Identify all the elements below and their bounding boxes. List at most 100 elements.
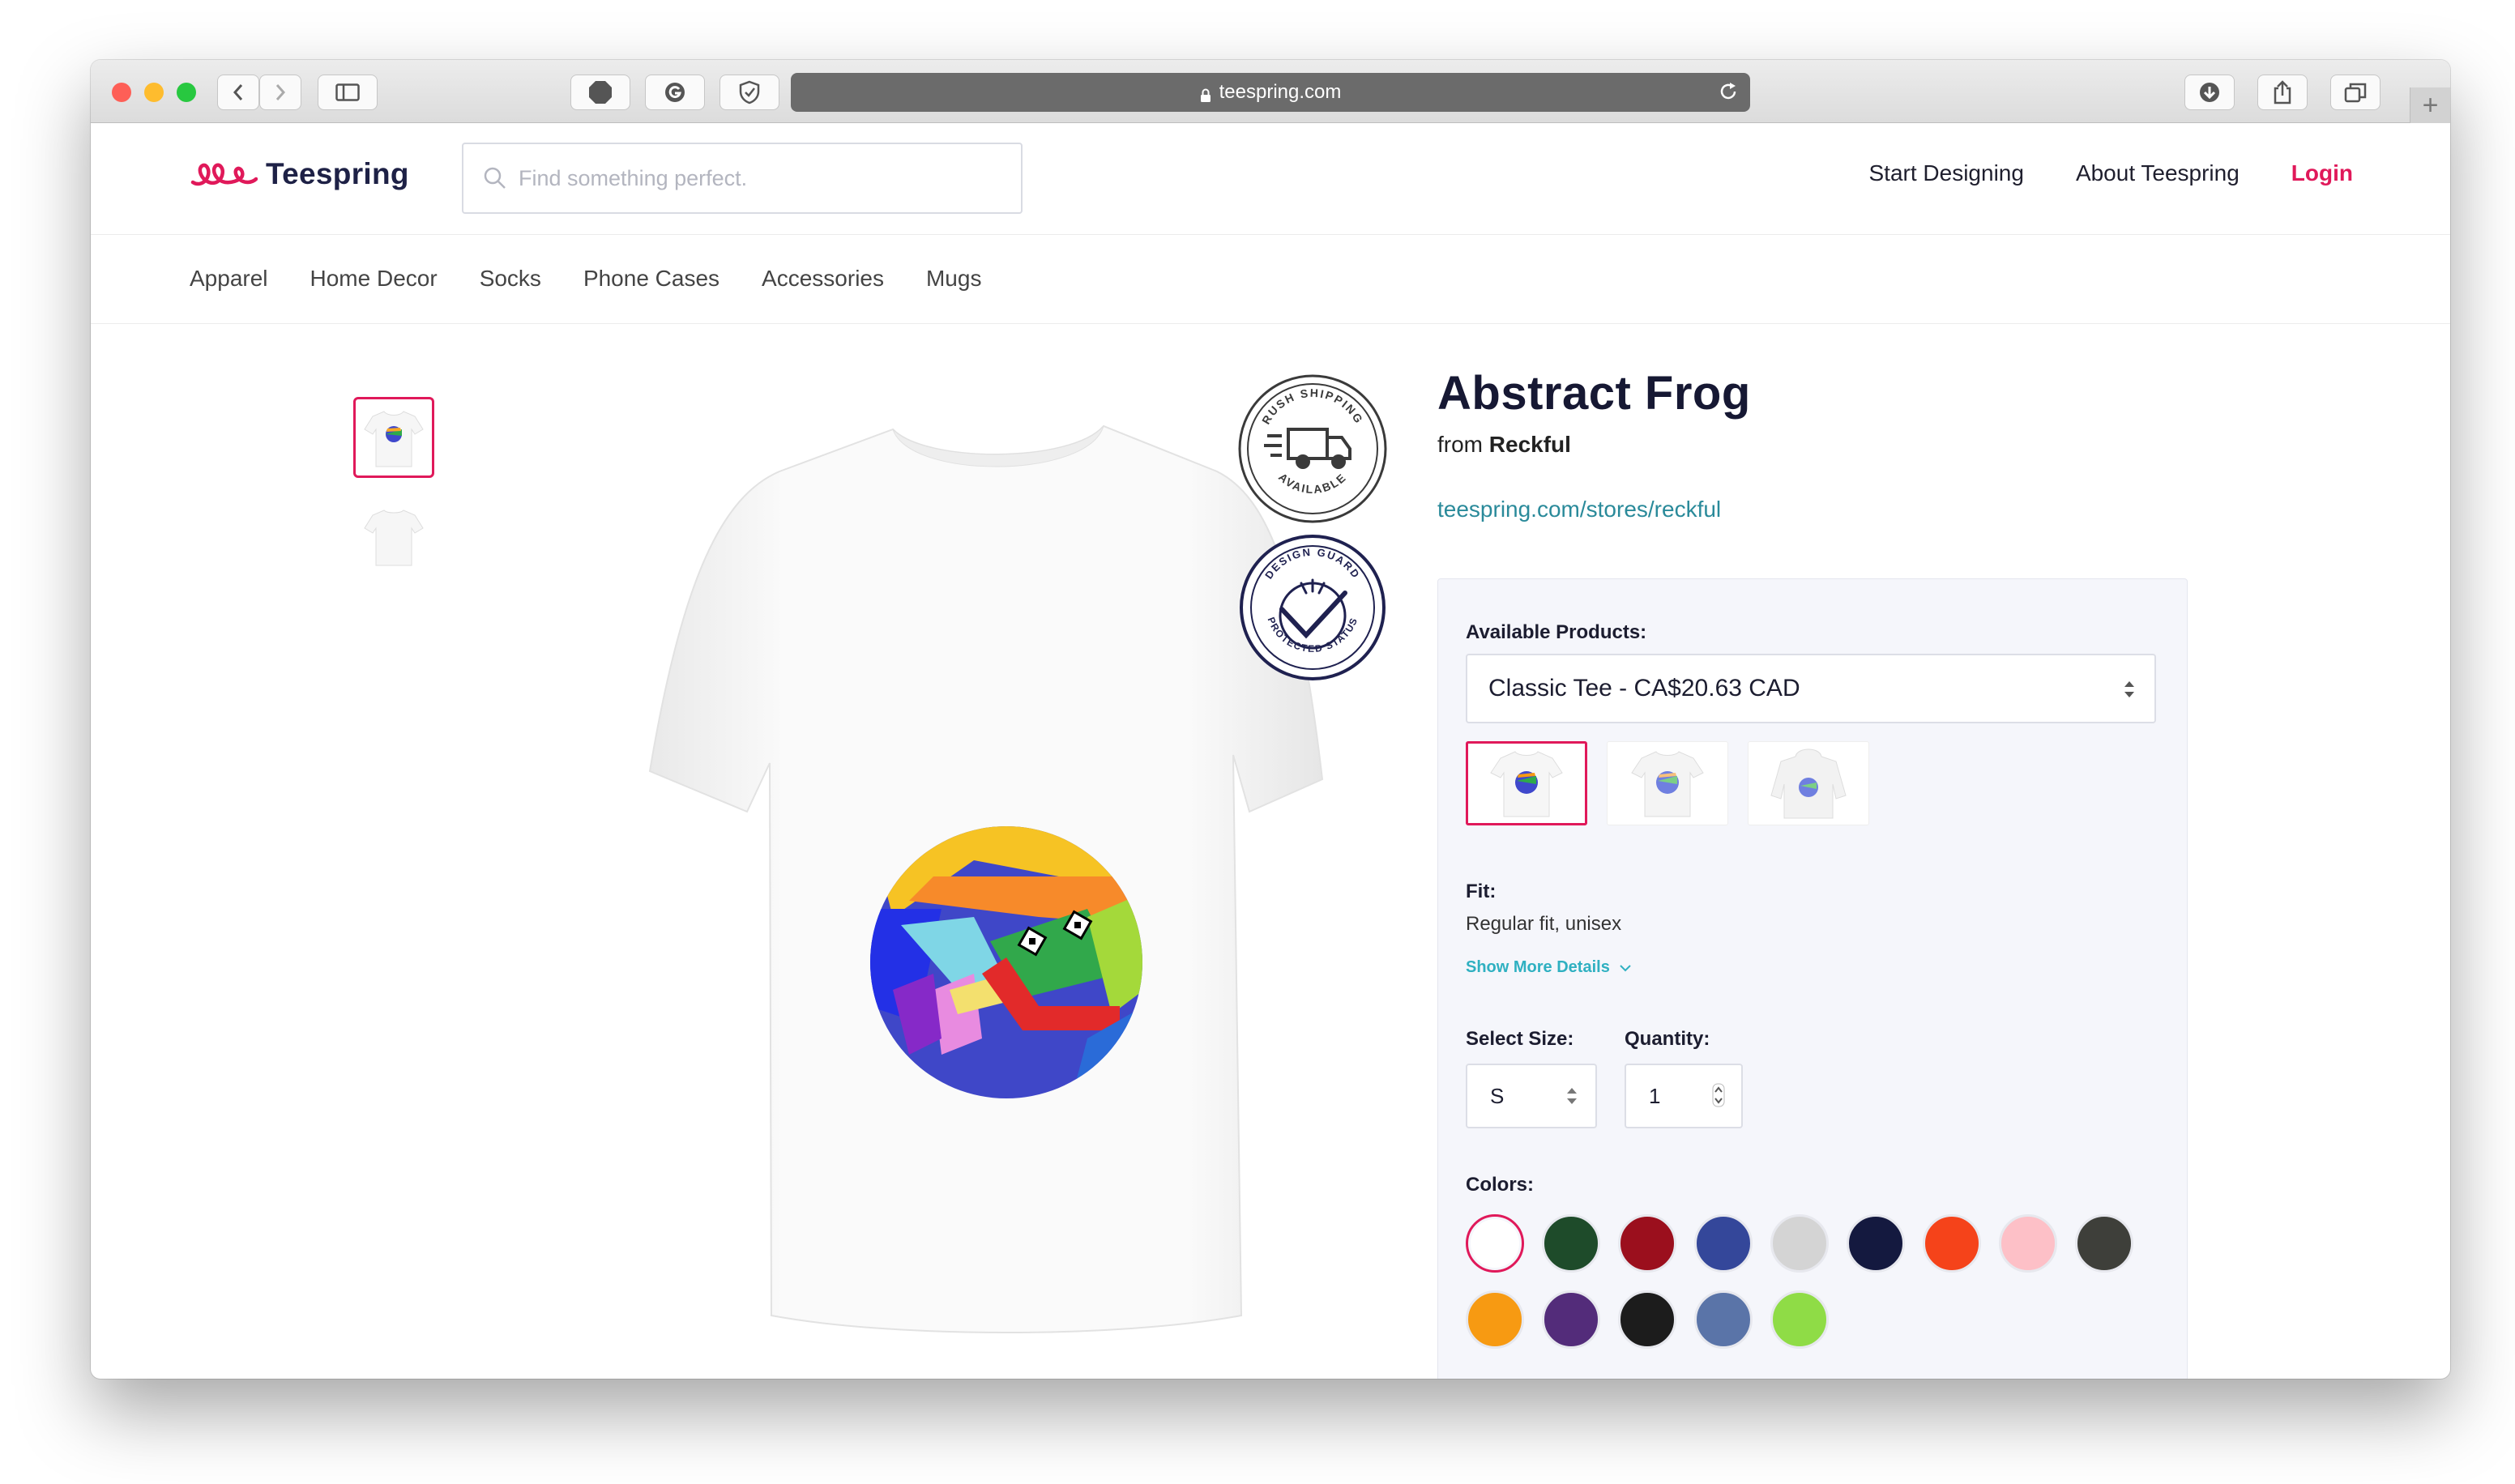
product-title: Abstract Frog (1437, 367, 1751, 420)
seller-name[interactable]: Reckful (1489, 432, 1571, 457)
new-tab-button[interactable]: + (2410, 87, 2450, 123)
quantity-stepper[interactable]: 1 (1625, 1064, 1743, 1128)
color-swatch[interactable] (1542, 1290, 1600, 1349)
product-style-hoodie[interactable] (1748, 741, 1869, 825)
back-button[interactable] (217, 75, 259, 110)
product-style-thumbnails (1466, 741, 1869, 825)
chevron-down-icon (1620, 965, 1632, 972)
minimize-window-button[interactable] (144, 83, 164, 102)
grammarly-extension-button[interactable] (645, 75, 705, 110)
search-input[interactable] (519, 165, 972, 191)
zoom-window-button[interactable] (177, 83, 196, 102)
color-swatch[interactable] (1618, 1290, 1676, 1349)
teespring-logo-icon (190, 163, 258, 186)
search-box[interactable] (462, 143, 1023, 214)
color-swatch[interactable] (1618, 1214, 1676, 1273)
category-nav: Apparel Home Decor Socks Phone Cases Acc… (91, 235, 2450, 324)
browser-window: teespring.com + Teespring Star (91, 60, 2450, 1379)
tshirt-mockup-image (648, 424, 1324, 1333)
color-swatch[interactable] (1542, 1214, 1600, 1273)
color-swatch[interactable] (2075, 1214, 2133, 1273)
category-mugs[interactable]: Mugs (926, 266, 981, 292)
show-more-details-link[interactable]: Show More Details (1466, 958, 1632, 977)
sidebar-icon (335, 83, 360, 101)
size-label: Select Size: (1466, 1028, 1574, 1050)
browser-toolbar: teespring.com + (91, 60, 2450, 123)
product-options-panel: Available Products: Classic Tee - CA$20.… (1437, 578, 2188, 1379)
available-products-label: Available Products: (1466, 621, 1647, 643)
start-designing-link[interactable]: Start Designing (1869, 160, 2024, 186)
selected-product-text: Classic Tee - CA$20.63 CAD (1488, 675, 1800, 701)
select-arrows-icon (2124, 681, 2134, 697)
category-socks[interactable]: Socks (480, 266, 541, 292)
privacy-extension-button[interactable] (719, 75, 779, 110)
product-style-classic-tee[interactable] (1466, 741, 1587, 825)
category-accessories[interactable]: Accessories (762, 266, 884, 292)
classic-tee-image (1490, 751, 1563, 817)
share-button[interactable] (2257, 75, 2308, 110)
lock-icon (1200, 86, 1211, 102)
category-home-decor[interactable]: Home Decor (310, 266, 438, 292)
site-header: Teespring Start Designing About Teesprin… (91, 123, 2450, 235)
fit-value: Regular fit, unisex (1466, 913, 1622, 935)
forward-button[interactable] (259, 75, 301, 110)
product-image-thumbnails (353, 397, 434, 595)
chevron-left-icon (233, 84, 243, 100)
design-guard-badge: DESIGN GUARD PROTECTED STATUS (1240, 535, 1386, 680)
product-info: Abstract Frog from Reckful teespring.com… (1437, 366, 1751, 522)
rush-shipping-badge: RUSH SHIPPING AVAILABLE (1238, 374, 1387, 523)
logo-text: Teespring (266, 157, 409, 190)
tshirt-front-thumbnail-image (364, 411, 424, 467)
color-swatches (1466, 1214, 2133, 1349)
product-type-select[interactable]: Classic Tee - CA$20.63 CAD (1466, 654, 2156, 723)
close-window-button[interactable] (112, 83, 131, 102)
color-swatch[interactable] (1694, 1214, 1753, 1273)
hoodie-image (1770, 748, 1847, 819)
search-icon (484, 167, 506, 189)
trust-badges: RUSH SHIPPING AVAILABLE DESIGN GUARD PRO… (1232, 368, 1394, 696)
login-link[interactable]: Login (2291, 160, 2353, 186)
color-swatch[interactable] (1466, 1214, 1524, 1273)
sidebar-toggle-button[interactable] (318, 75, 378, 110)
tabs-icon (2344, 83, 2367, 103)
fit-label: Fit: (1466, 881, 1497, 902)
color-swatch[interactable] (1770, 1214, 1829, 1273)
adblock-icon (589, 81, 612, 104)
product-main-image (553, 358, 1330, 1348)
colors-label: Colors: (1466, 1174, 1534, 1196)
tshirt-back-thumbnail-image (364, 510, 424, 566)
url-text: teespring.com (1219, 81, 1342, 103)
badge-graphics: RUSH SHIPPING AVAILABLE DESIGN GUARD PRO… (1238, 374, 1387, 680)
size-value: S (1490, 1083, 1505, 1108)
reload-icon[interactable] (1718, 81, 1739, 108)
quantity-label: Quantity: (1625, 1028, 1710, 1050)
shield-icon (739, 80, 760, 104)
address-bar[interactable]: teespring.com (791, 73, 1750, 112)
about-teespring-link[interactable]: About Teespring (2076, 160, 2240, 186)
product-seller-line: from Reckful (1437, 432, 1751, 458)
color-swatch[interactable] (1999, 1214, 2057, 1273)
color-swatch[interactable] (1770, 1290, 1829, 1349)
quantity-value: 1 (1649, 1083, 1661, 1108)
thumbnail-back[interactable] (353, 496, 434, 577)
adblock-extension-button[interactable] (570, 75, 630, 110)
share-icon (2274, 80, 2291, 104)
quantity-stepper-arrows-icon[interactable] (1712, 1083, 1725, 1107)
tabs-overview-button[interactable] (2330, 75, 2380, 110)
size-select-arrows-icon (1567, 1088, 1577, 1104)
downloads-button[interactable] (2184, 75, 2235, 110)
color-swatch[interactable] (1466, 1290, 1524, 1349)
store-link[interactable]: teespring.com/stores/reckful (1437, 497, 1751, 522)
category-phone-cases[interactable]: Phone Cases (583, 266, 719, 292)
color-swatch[interactable] (1847, 1214, 1905, 1273)
size-select[interactable]: S (1466, 1064, 1597, 1128)
color-swatch[interactable] (1923, 1214, 1981, 1273)
thumbnail-front[interactable] (353, 397, 434, 478)
color-swatch[interactable] (1694, 1290, 1753, 1349)
show-more-details-text: Show More Details (1466, 958, 1610, 976)
logo[interactable]: Teespring (190, 157, 409, 191)
premium-tee-image (1631, 751, 1704, 817)
download-icon (2200, 83, 2219, 102)
category-apparel[interactable]: Apparel (190, 266, 268, 292)
product-style-premium-tee[interactable] (1607, 741, 1728, 825)
